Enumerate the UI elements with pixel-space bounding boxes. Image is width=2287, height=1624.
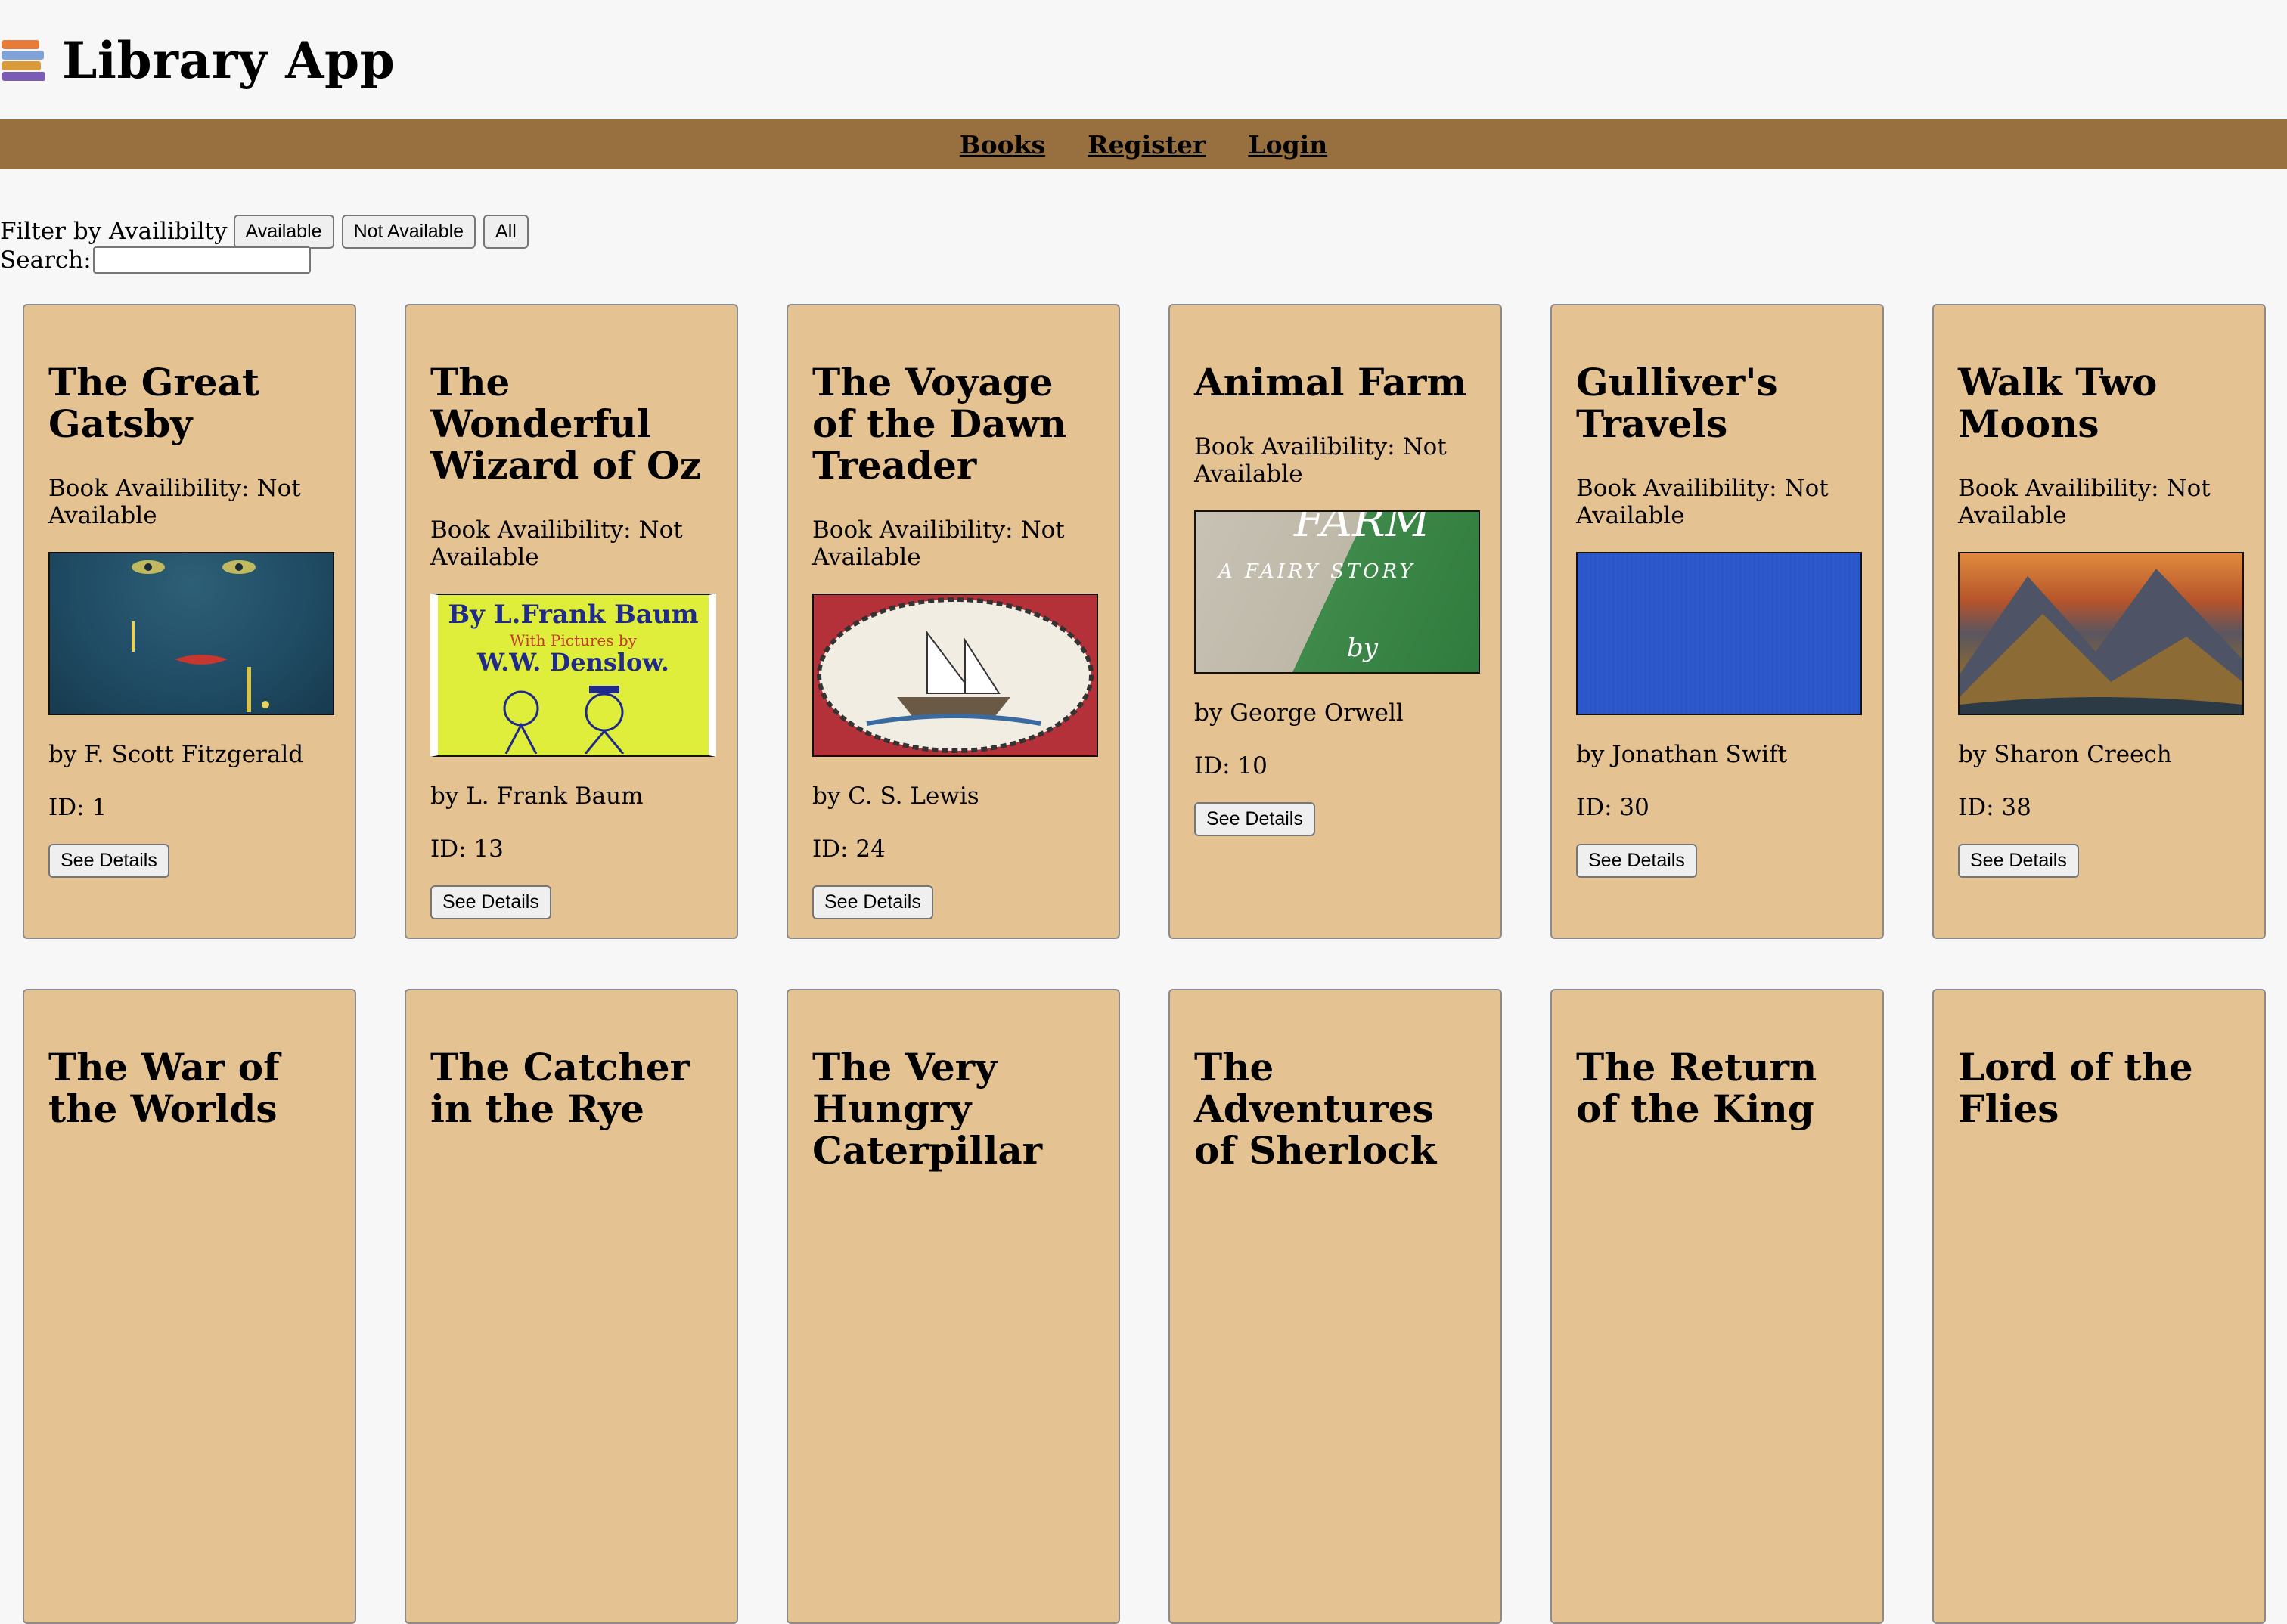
filter-label: Filter by Availibilty [0,218,228,246]
availability-filter: Filter by Availibilty Available Not Avai… [0,215,536,249]
book-title: The Voyage of the Dawn Treader [812,360,1067,488]
book-author: by L. Frank Baum [430,783,644,810]
book-author: by Sharon Creech [1958,741,2172,768]
book-card: The Return of the King [1550,989,1884,1624]
book-card: The Voyage of the Dawn Treader Book Avai… [787,304,1120,939]
search-input[interactable] [92,246,311,274]
books-stack-icon [2,36,47,85]
book-title: The Very Hungry Caterpillar [812,1045,1043,1173]
book-card: Walk Two Moons Book Availibility: Not Av… [1932,304,2266,939]
book-cover-image: FARM A FAIRY STORY by [1194,510,1480,674]
book-id: ID: 24 [812,835,886,863]
book-cover-image: By L.Frank Baum With Pictures by W.W. De… [430,594,716,757]
book-card: The War of the Worlds [23,989,356,1624]
book-title: The Catcher in the Rye [430,1045,690,1131]
filter-not-available-button[interactable]: Not Available [341,215,476,249]
book-card: Lord of the Flies [1932,989,2266,1624]
book-availability: Book Availibility: Not Available [48,475,301,529]
book-availability: Book Availibility: Not Available [812,516,1065,571]
filter-available-button[interactable]: Available [233,215,334,249]
main-nav: Books Register Login [0,119,2287,169]
book-author: by Jonathan Swift [1576,741,1788,768]
see-details-button[interactable]: See Details [1958,844,2079,878]
see-details-button[interactable]: See Details [812,885,933,919]
book-id: ID: 30 [1576,794,1649,821]
cover-text: W.W. Denslow. [477,648,669,677]
app-title: Library App [62,31,396,90]
book-card: The Catcher in the Rye [405,989,738,1624]
book-availability: Book Availibility: Not Available [430,516,683,571]
book-id: ID: 13 [430,835,504,863]
cover-text: By L.Frank Baum [448,600,699,630]
cover-text: A FAIRY STORY [1218,560,1416,583]
app-header: Library App [0,23,395,98]
cover-text: by [1347,633,1378,663]
book-title: The Wonderful Wizard of Oz [430,360,701,488]
book-title: Gulliver's Travels [1576,360,1778,446]
cover-text: FARM [1294,510,1431,547]
book-cover-image [812,594,1098,757]
book-title: Walk Two Moons [1958,360,2158,446]
book-title: The Adventures of Sherlock [1194,1045,1437,1173]
book-id: ID: 10 [1194,752,1268,779]
book-author: by George Orwell [1194,699,1404,727]
book-id: ID: 38 [1958,794,2031,821]
book-title: The Great Gatsby [48,360,260,446]
nav-link-books[interactable]: Books [960,130,1045,160]
see-details-button[interactable]: See Details [1194,802,1315,836]
book-card: Animal Farm Book Availibility: Not Avail… [1168,304,1502,939]
cover-text: With Pictures by [510,631,637,649]
book-id: ID: 1 [48,794,107,821]
book-card: The Wonderful Wizard of Oz Book Availibi… [405,304,738,939]
book-grid: The Great Gatsby Book Availibility: Not … [23,304,2269,1624]
nav-link-login[interactable]: Login [1248,130,1327,160]
book-author: by C. S. Lewis [812,783,979,810]
book-title: Lord of the Flies [1958,1045,2193,1131]
book-availability: Book Availibility: Not Available [1576,475,1829,529]
book-availability: Book Availibility: Not Available [1194,433,1447,488]
book-cover-image [48,552,334,715]
book-cover-image [1958,552,2244,715]
filter-all-button[interactable]: All [483,215,529,249]
book-title: Animal Farm [1194,360,1467,404]
nav-link-register[interactable]: Register [1088,130,1206,160]
book-card: The Great Gatsby Book Availibility: Not … [23,304,356,939]
book-title: The War of the Worlds [48,1045,280,1131]
search-label: Search: [0,246,92,274]
book-card: The Adventures of Sherlock [1168,989,1502,1624]
book-availability: Book Availibility: Not Available [1958,475,2211,529]
book-card: The Very Hungry Caterpillar [787,989,1120,1624]
book-card: Gulliver's Travels Book Availibility: No… [1550,304,1884,939]
search-row: Search: [0,246,311,274]
see-details-button[interactable]: See Details [48,844,169,878]
book-title: The Return of the King [1576,1045,1817,1131]
see-details-button[interactable]: See Details [1576,844,1697,878]
see-details-button[interactable]: See Details [430,885,551,919]
book-author: by F. Scott Fitzgerald [48,741,304,768]
book-cover-image [1576,552,1862,715]
